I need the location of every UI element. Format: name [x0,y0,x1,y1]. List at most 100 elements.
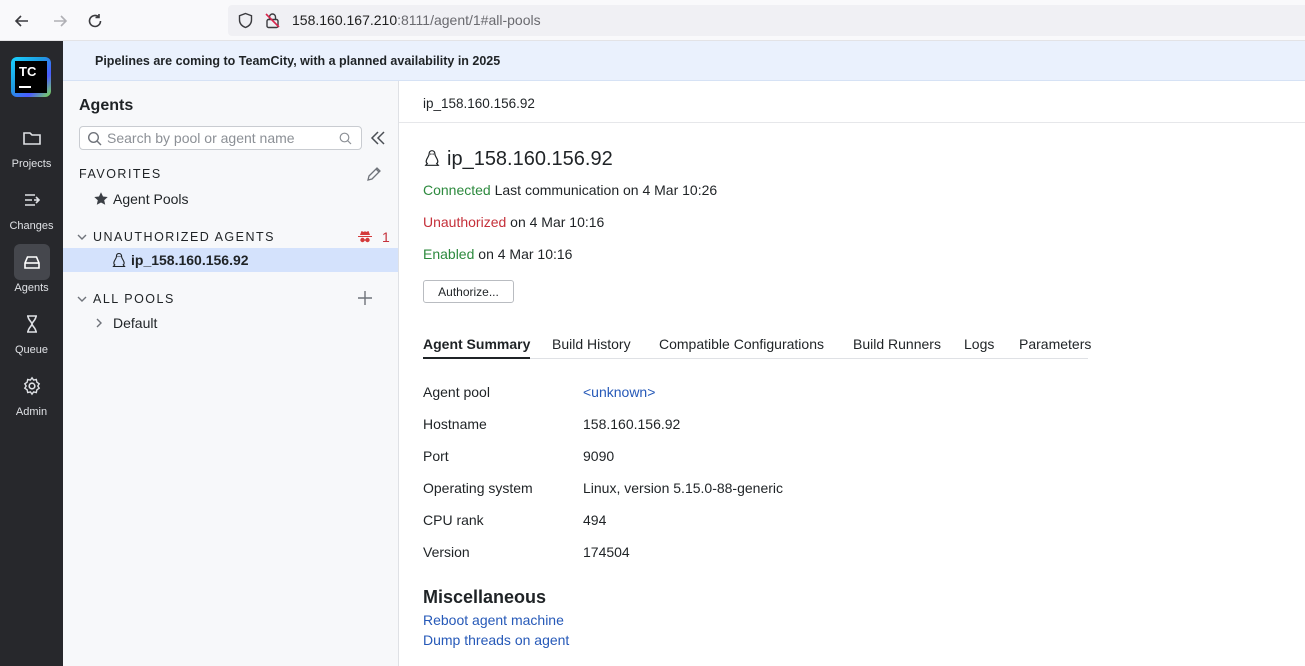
prop-value-version: 174504 [583,544,630,560]
agent-row-selected[interactable]: ip_158.160.156.92 [63,248,398,272]
agent-pool-link[interactable]: <unknown> [583,384,655,400]
agent-name-label: ip_158.160.156.92 [131,252,249,268]
unauthorized-status: Unauthorized [423,214,507,230]
forward-button[interactable] [47,8,73,34]
breadcrumb: ip_158.160.156.92 [399,81,1305,123]
banner-text: Pipelines are coming to TeamCity, with a… [95,54,501,68]
nav-projects[interactable]: Projects [0,120,63,178]
double-chevron-left-icon [370,131,385,145]
agent-title-text: ip_158.160.156.92 [447,148,613,170]
reboot-agent-link[interactable]: Reboot agent machine [423,612,564,628]
unauthorized-agents-group[interactable]: UNAUTHORIZED AGENTS 1 [63,225,398,249]
agent-pools-label: Agent Pools [113,191,189,207]
address-bar[interactable]: 158.160.167.210:8111/agent/1#all-pools [228,5,1305,36]
agent-tabs: Agent Summary Build History Compatible C… [423,334,1091,359]
pool-row-default[interactable]: Default [63,311,398,335]
tab-parameters[interactable]: Parameters [1019,336,1091,359]
star-icon [94,192,108,205]
announcement-banner: Pipelines are coming to TeamCity, with a… [63,41,1305,81]
prop-value-os: Linux, version 5.15.0-88-generic [583,480,784,496]
agents-icon [13,244,50,280]
main-navigation-rail: TC Projects Changes Agents Queue Admin [0,41,63,666]
nav-admin[interactable]: Admin [0,368,63,426]
changes-icon [14,182,50,218]
reload-button[interactable] [82,8,108,34]
teamcity-logo[interactable]: TC [11,57,51,97]
gear-icon [14,368,50,404]
tab-build-runners[interactable]: Build Runners [853,336,941,359]
all-pools-heading: ALL POOLS [93,292,175,306]
url-host: 158.160.167.210 [292,12,398,28]
tab-build-history[interactable]: Build History [552,336,631,359]
prop-label-hostname: Hostname [423,416,487,432]
arrow-right-icon [54,15,68,27]
sidebar-title: Agents [79,97,134,114]
authorize-button[interactable]: Authorize... [423,280,514,303]
pool-name: Default [113,315,158,331]
connected-detail: Last communication on 4 Mar 10:26 [494,182,718,198]
agents-sidebar: Agents FAVORITES Agent Pools UNAUTHORIZE… [63,81,399,666]
reload-icon [88,14,102,28]
page-title: ip_158.160.156.92 [423,148,613,171]
connected-status: Connected [423,182,491,198]
insecure-lock-icon [265,13,280,29]
query-help-icon[interactable] [339,132,352,145]
favorite-agent-pools[interactable]: Agent Pools [63,187,398,211]
prop-label-cpu-rank: CPU rank [423,512,484,528]
authorization-status: Unauthorized on 4 Mar 10:16 [423,214,604,230]
prop-label-port: Port [423,448,449,464]
nav-label: Admin [15,406,48,418]
unauthorized-agents-heading: UNAUTHORIZED AGENTS [93,230,275,244]
edit-favorites-button[interactable] [365,165,383,183]
add-pool-button[interactable] [356,289,374,307]
collapse-sidebar-button[interactable] [368,128,388,148]
unauthorized-detail: on 4 Mar 10:16 [510,214,605,230]
nav-label: Agents [14,282,49,294]
plus-icon [358,291,372,305]
arrow-left-icon [14,15,28,27]
hourglass-icon [14,306,50,342]
prop-value-cpu-rank: 494 [583,512,607,528]
favorites-heading: FAVORITES [79,167,162,181]
back-button[interactable] [9,8,35,34]
connection-status: Connected Last communication on 4 Mar 10… [423,182,717,198]
prop-label-agent-pool: Agent pool [423,384,490,400]
browser-toolbar: 158.160.167.210:8111/agent/1#all-pools [0,0,1305,41]
chevron-down-icon [77,296,87,302]
shield-icon [238,12,253,29]
pencil-icon [367,167,381,181]
prop-value-port: 9090 [583,448,615,464]
folder-icon [14,120,50,156]
enabled-detail: on 4 Mar 10:16 [478,246,573,262]
linux-tux-icon [112,252,126,268]
prop-label-version: Version [423,544,470,560]
prop-label-os: Operating system [423,480,533,496]
linux-tux-icon [424,150,440,166]
nav-label: Queue [14,344,49,356]
nav-queue[interactable]: Queue [0,306,63,364]
nav-changes[interactable]: Changes [0,182,63,240]
agent-search-field[interactable] [79,126,362,150]
spy-agent-icon [358,231,372,243]
enabled-status-line: Enabled on 4 Mar 10:16 [423,246,572,262]
prop-value-hostname: 158.160.156.92 [583,416,681,432]
search-input[interactable] [107,129,327,147]
chevron-down-icon [77,234,87,240]
tab-compatible-configurations[interactable]: Compatible Configurations [659,336,824,359]
nav-label: Changes [9,220,54,232]
all-pools-group[interactable]: ALL POOLS [63,287,398,311]
url-path: :8111/agent/1#all-pools [397,12,541,28]
chevron-right-icon [96,318,102,328]
tab-logs[interactable]: Logs [964,336,994,359]
nav-label: Projects [11,158,52,170]
url-text[interactable]: 158.160.167.210:8111/agent/1#all-pools [292,12,541,28]
dump-threads-link[interactable]: Dump threads on agent [423,632,569,648]
logo-text: TC [19,64,37,79]
tab-agent-summary[interactable]: Agent Summary [423,336,531,359]
breadcrumb-agent[interactable]: ip_158.160.156.92 [423,96,535,111]
unauthorized-count-badge: 1 [382,229,390,245]
search-icon [87,131,102,146]
nav-agents[interactable]: Agents [0,244,63,302]
enabled-status: Enabled [423,246,475,262]
miscellaneous-heading: Miscellaneous [423,587,547,607]
